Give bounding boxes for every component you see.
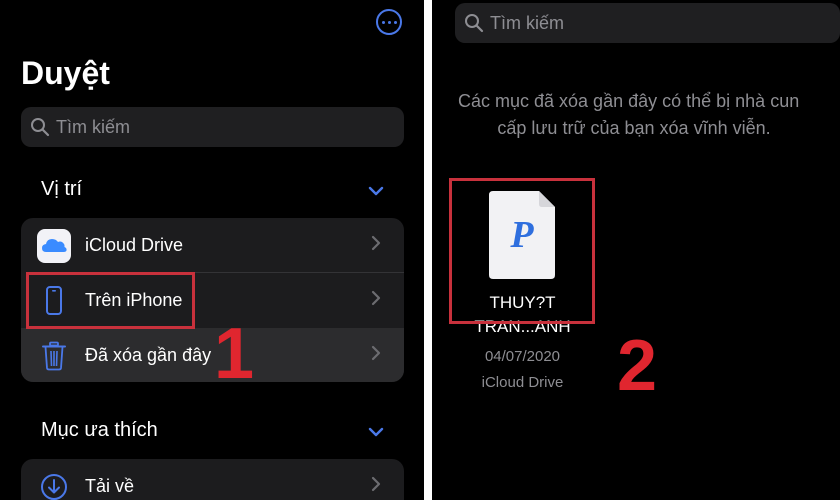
highlight-box-file bbox=[449, 178, 595, 324]
dot bbox=[381, 20, 385, 24]
chevron-down-icon[interactable] bbox=[367, 184, 385, 196]
page-title: Duyệt bbox=[21, 55, 110, 91]
location-item-icloud-drive[interactable]: iCloud Drive bbox=[21, 218, 404, 273]
search-placeholder: Tìm kiếm bbox=[490, 12, 564, 33]
search-icon bbox=[30, 117, 50, 137]
chevron-right-icon bbox=[371, 345, 381, 366]
location-item-recently-deleted[interactable]: Đã xóa gần đây bbox=[21, 328, 404, 382]
highlight-box-on-iphone bbox=[26, 272, 195, 329]
dot bbox=[393, 20, 397, 24]
search-placeholder: Tìm kiếm bbox=[56, 116, 130, 137]
file-location: iCloud Drive bbox=[481, 374, 564, 391]
step-marker-1: 1 bbox=[214, 314, 255, 394]
trash-icon bbox=[37, 339, 71, 373]
chevron-right-icon bbox=[371, 290, 381, 311]
favorites-list: Tải về bbox=[21, 459, 404, 500]
chevron-down-icon[interactable] bbox=[367, 425, 385, 437]
favorites-header: Mục ưa thích bbox=[41, 419, 158, 441]
step-marker-2: 2 bbox=[617, 326, 658, 406]
icloud-icon bbox=[37, 228, 71, 263]
search-field[interactable]: Tìm kiếm bbox=[21, 107, 404, 147]
more-options-button[interactable] bbox=[376, 9, 402, 35]
download-icon bbox=[37, 470, 71, 500]
deletion-notice: Các mục đã xóa gần đây có thể bị nhà cun… bbox=[458, 88, 840, 142]
location-label: iCloud Drive bbox=[85, 235, 184, 255]
favorite-item-downloads[interactable]: Tải về bbox=[21, 459, 404, 500]
notice-line: cấp lưu trữ của bạn xóa vĩnh viễn. bbox=[497, 118, 771, 138]
browse-panel: Duyệt Tìm kiếm Vị trí iCloud Drive Trên … bbox=[0, 0, 424, 500]
locations-header: Vị trí bbox=[41, 178, 83, 200]
search-icon bbox=[464, 13, 484, 33]
search-field[interactable]: Tìm kiếm bbox=[455, 3, 840, 43]
favorite-label: Tải về bbox=[85, 476, 135, 496]
chevron-right-icon bbox=[371, 476, 381, 497]
chevron-right-icon bbox=[371, 235, 381, 256]
dot bbox=[387, 20, 391, 24]
notice-line: Các mục đã xóa gần đây có thể bị nhà cun bbox=[458, 91, 800, 111]
file-date: 04/07/2020 bbox=[484, 348, 561, 365]
